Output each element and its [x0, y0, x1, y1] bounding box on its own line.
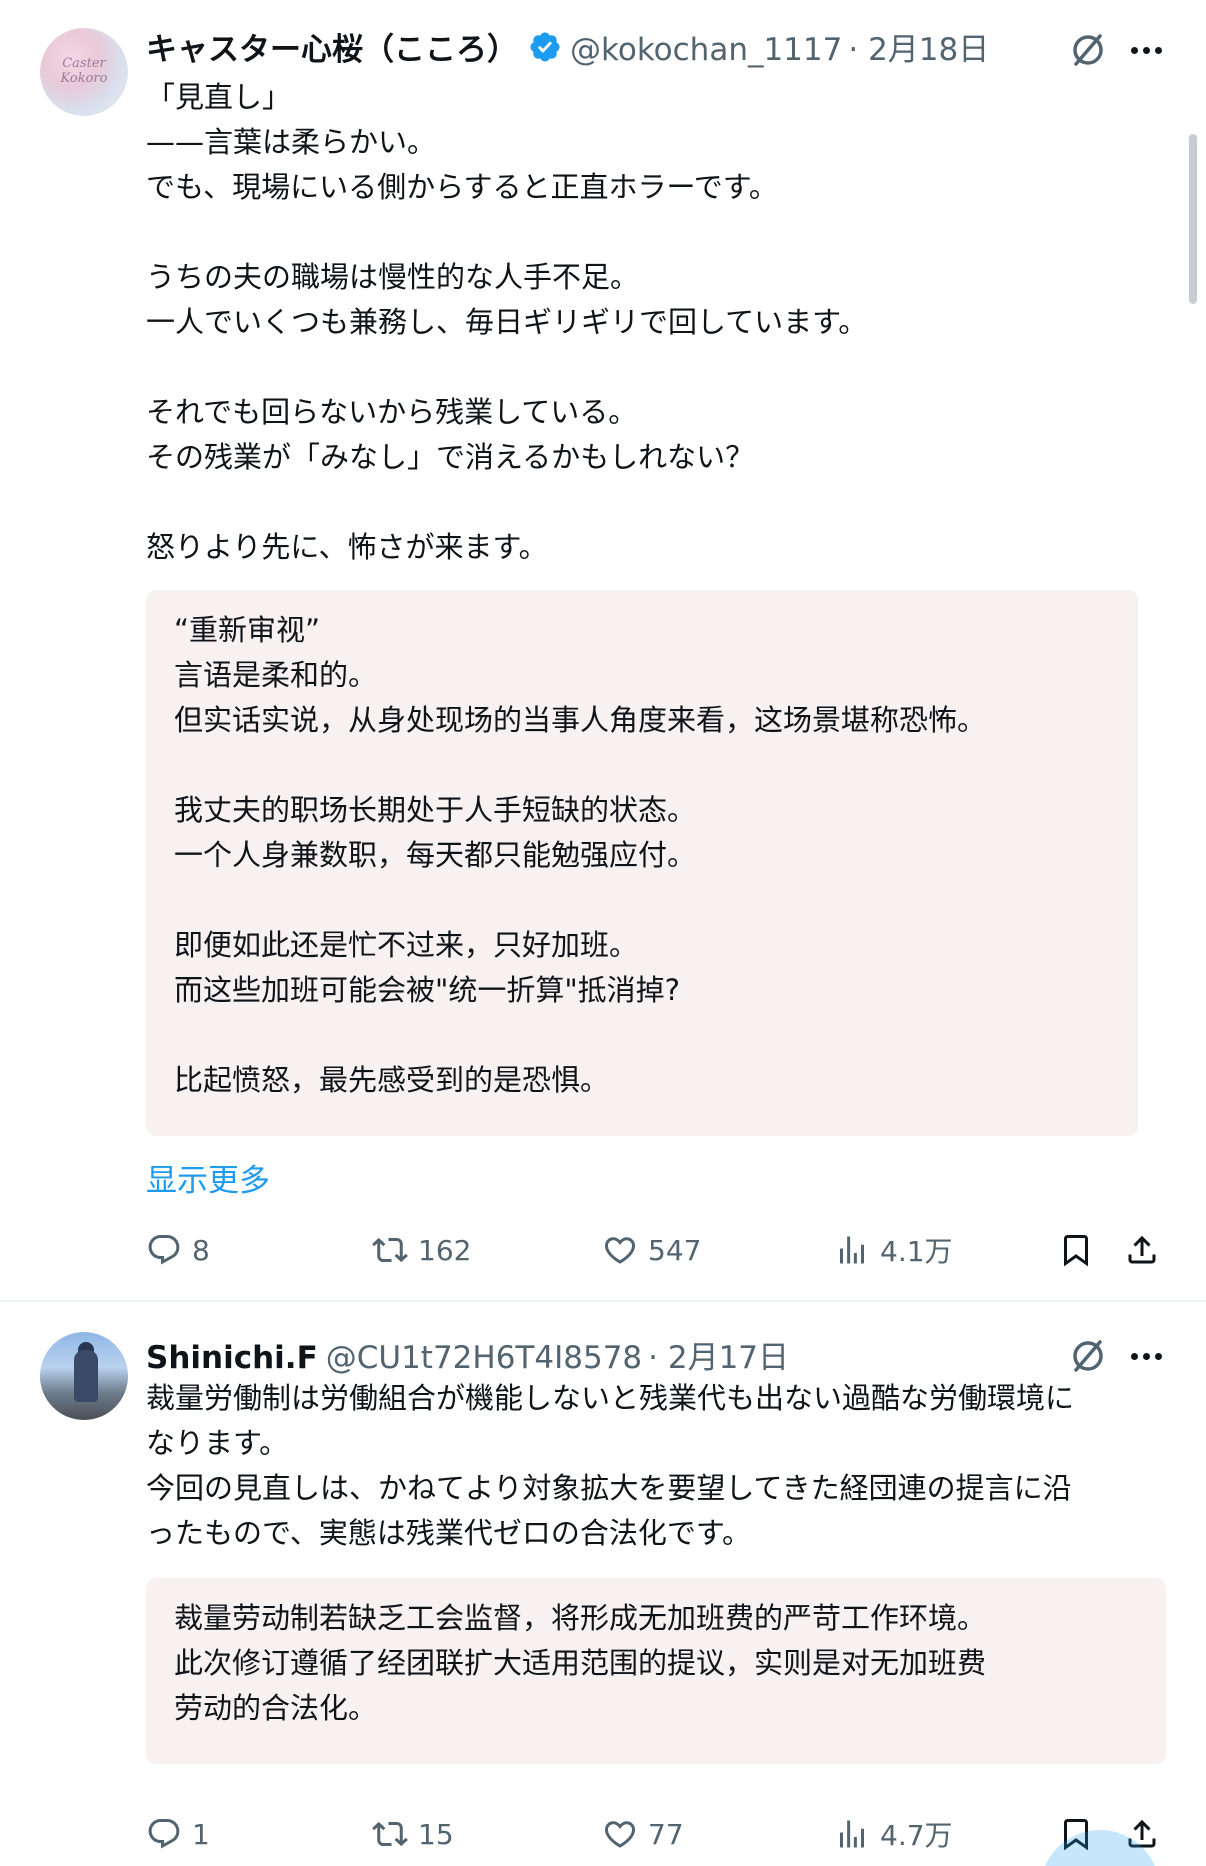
repost-count: 15 [418, 1817, 454, 1851]
tweet-line: うちの夫の職場は慢性的な人手不足。 [146, 260, 640, 294]
views-chart-icon [840, 1820, 864, 1848]
tweet-line: 今回の見直しは、かねてより対象拡大を要望してきた経団連の提言に沿 [146, 1471, 1072, 1505]
like-heart-icon [604, 1237, 636, 1264]
reply-icon [148, 1819, 180, 1849]
repost-count: 162 [418, 1233, 472, 1267]
tweet-line: ったもので、実態は残業代ゼロの合法化です。 [146, 1516, 751, 1550]
tweet[interactable]: Shinichi.F @CU1t72H6T4I8578 · 2月17日 裁量労働… [0, 1302, 1206, 1866]
translation-line: 言语是柔和的。 [174, 658, 378, 692]
timestamp[interactable]: · 2月17日 [648, 1332, 789, 1377]
show-more-link[interactable]: 显示更多 [146, 1155, 270, 1200]
views-count: 4.7万 [880, 1819, 953, 1852]
grok-icon[interactable] [1066, 1334, 1110, 1378]
views-button[interactable]: 4.1万 [834, 1226, 953, 1274]
action-bar: 8 162 547 4.1万 [146, 1226, 1166, 1274]
tweet-line: 怒りより先に、怖さが来ます。 [146, 530, 548, 564]
like-count: 77 [648, 1817, 684, 1851]
grok-icon[interactable] [1066, 28, 1110, 72]
handle[interactable]: @kokochan_1117 [570, 32, 842, 68]
tweet-text: 裁量労働制は労働組合が機能しないと残業代も出ない過酷な労働環境に なります。 今… [146, 1376, 1176, 1556]
timestamp[interactable]: · 2月18日 [848, 24, 989, 69]
views-count: 4.1万 [880, 1235, 953, 1268]
timeline-feed: Caster Kokoro キャスター心桜（こころ） @kokochan_111… [0, 0, 1206, 1866]
repost-button[interactable]: 15 [372, 1810, 454, 1858]
tweet-text: 「見直し」 ——言葉は柔らかい。 でも、現場にいる側からすると正直ホラーです。 … [146, 75, 1146, 570]
translation-line: 但实话实说，从身处现场的当事人角度来看，这场景堪称恐怖。 [174, 703, 987, 737]
translation-line: 劳动的合法化。 [174, 1691, 378, 1725]
action-bar: 1 15 77 4.7万 [146, 1810, 1166, 1858]
translation-line: 而这些加班可能会被"统一折算"抵消掉? [174, 973, 681, 1007]
like-heart-icon [604, 1821, 636, 1848]
reply-button[interactable]: 8 [146, 1226, 210, 1274]
repost-icon [372, 1237, 408, 1263]
tweet-line: 「見直し」 [146, 80, 292, 114]
handle[interactable]: @CU1t72H6T4I8578 [326, 1340, 642, 1376]
display-name[interactable]: Shinichi.F [146, 1340, 318, 1376]
share-button[interactable] [1124, 1226, 1160, 1274]
bookmark-icon [1064, 1235, 1088, 1267]
translation-line: 比起愤怒，最先感受到的是恐惧。 [174, 1063, 610, 1097]
tweet[interactable]: Caster Kokoro キャスター心桜（こころ） @kokochan_111… [0, 0, 1206, 1300]
tweet-line: 裁量労働制は労働組合が機能しないと残業代も出ない過酷な労働環境に [146, 1381, 1075, 1415]
tweet-header: Shinichi.F @CU1t72H6T4I8578 · 2月17日 [146, 1332, 789, 1377]
tweet-header: キャスター心桜（こころ） @kokochan_1117 · 2月18日 [146, 24, 989, 69]
translation-line: “重新审视” [174, 613, 321, 647]
translation-line: 我丈夫的职场长期处于人手短缺的状态。 [174, 793, 697, 827]
tweet-line: 一人でいくつも兼務し、毎日ギリギリで回しています。 [146, 305, 868, 339]
more-options-icon[interactable] [1126, 1336, 1166, 1376]
reply-count: 8 [192, 1233, 210, 1267]
verified-badge-icon [530, 31, 560, 62]
like-button[interactable]: 547 [602, 1226, 701, 1274]
reply-count: 1 [192, 1817, 210, 1851]
translation-line: 此次修订遵循了经团联扩大适用范围的提议，实则是对无加班费 [174, 1646, 987, 1680]
bookmark-button[interactable] [1058, 1226, 1094, 1274]
repost-icon [372, 1821, 408, 1847]
scrollbar[interactable] [1189, 134, 1197, 304]
views-button[interactable]: 4.7万 [834, 1810, 953, 1858]
avatar[interactable] [40, 1332, 128, 1420]
views-chart-icon [840, 1236, 864, 1264]
like-button[interactable]: 77 [602, 1810, 684, 1858]
translation-line: 即便如此还是忙不过来，只好加班。 [174, 928, 639, 962]
tweet-line: なります。 [146, 1426, 289, 1460]
more-options-icon[interactable] [1126, 30, 1166, 70]
tweet-line: ——言葉は柔らかい。 [146, 125, 437, 159]
translation-line: 裁量劳动制若缺乏工会监督，将形成无加班费的严苛工作环境。 [174, 1601, 987, 1635]
avatar[interactable]: Caster Kokoro [40, 28, 128, 116]
reply-icon [148, 1235, 180, 1265]
translation-box: 裁量劳动制若缺乏工会监督，将形成无加班费的严苛工作环境。 此次修订遵循了经团联扩… [146, 1578, 1166, 1764]
tweet-line: それでも回らないから残業している。 [146, 395, 638, 429]
tweet-line: その残業が「みなし」で消えるかもしれない？ [146, 440, 755, 474]
tweet-line: でも、現場にいる側からすると正直ホラーです。 [146, 170, 778, 204]
translation-box: “重新审视” 言语是柔和的。 但实话实说，从身处现场的当事人角度来看，这场景堪称… [146, 590, 1138, 1136]
display-name[interactable]: キャスター心桜（こころ） [146, 24, 518, 69]
share-icon [1128, 1235, 1156, 1264]
like-count: 547 [648, 1233, 702, 1267]
reply-button[interactable]: 1 [146, 1810, 210, 1858]
translation-line: 一个人身兼数职，每天都只能勉强应付。 [174, 838, 697, 872]
avatar-signature-logo: Caster Kokoro [60, 56, 108, 86]
repost-button[interactable]: 162 [372, 1226, 471, 1274]
